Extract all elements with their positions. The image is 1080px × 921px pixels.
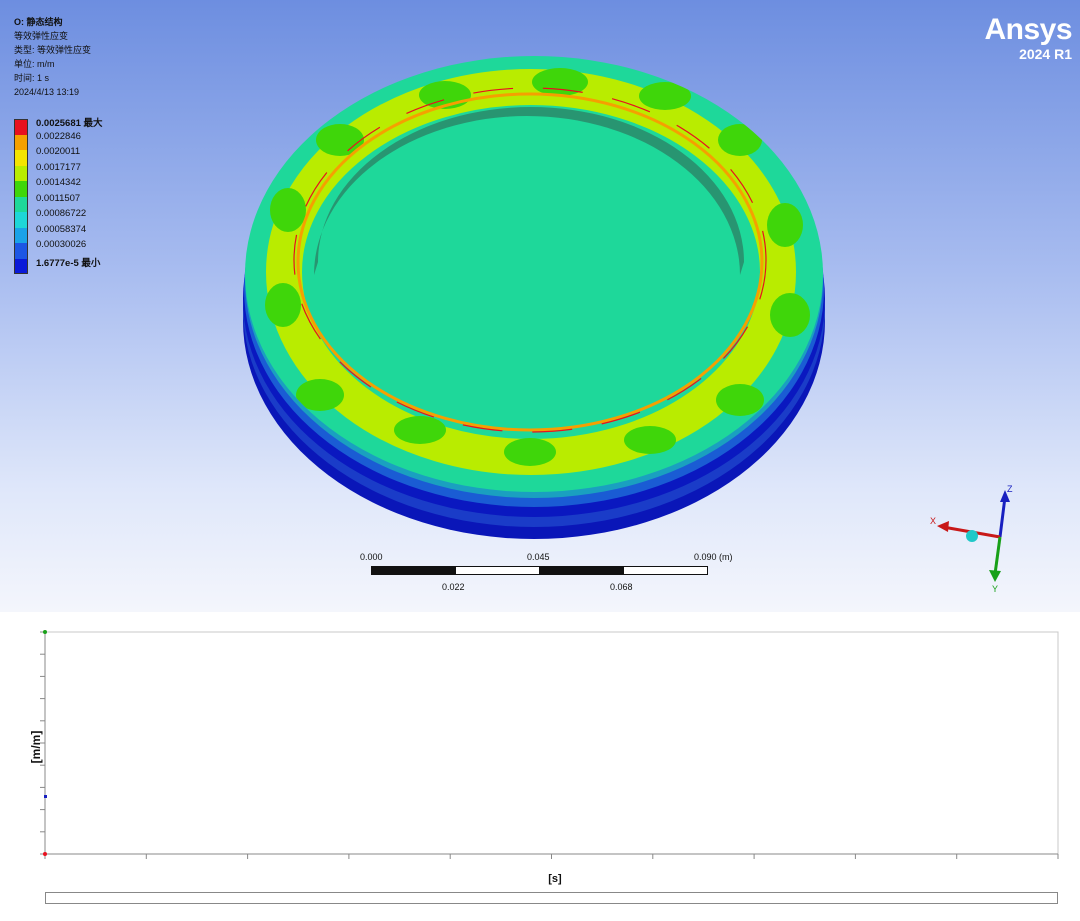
graph-marker-min bbox=[43, 852, 47, 856]
graph-marker-max bbox=[43, 630, 47, 634]
graph-marker-avg bbox=[44, 795, 47, 798]
scale-segment-2 bbox=[455, 566, 540, 575]
scale-label-3: 0.022 bbox=[442, 582, 465, 592]
graph-scrollbar[interactable] bbox=[45, 892, 1058, 904]
scale-label-2: 0.090 (m) bbox=[694, 552, 733, 562]
scale-bar: 0.000 0.045 0.090 (m) 0.022 0.068 bbox=[360, 552, 740, 597]
triad-z-label: Z bbox=[1007, 484, 1013, 494]
bearing-ring-model[interactable] bbox=[0, 0, 1080, 612]
graph-x-label: [s] bbox=[548, 873, 562, 885]
triad-y-label: Y bbox=[992, 584, 998, 594]
graph-panel[interactable] bbox=[0, 612, 1080, 916]
graphics-viewport[interactable]: O: 静态结构 等效弹性应变 类型: 等效弹性应变 单位: m/m 时间: 1 … bbox=[0, 0, 1080, 612]
scale-segment-4 bbox=[623, 566, 708, 575]
triad-y-axis bbox=[993, 536, 1002, 575]
triad-origin-icon bbox=[966, 530, 978, 542]
triad-x-arrow-icon bbox=[937, 521, 949, 532]
scale-label-0: 0.000 bbox=[360, 552, 383, 562]
triad-x-label: X bbox=[930, 516, 936, 526]
scale-segment-1 bbox=[371, 566, 456, 575]
coordinate-triad[interactable]: Z X Y bbox=[925, 482, 1035, 597]
triad-y-arrow-icon bbox=[989, 570, 1001, 582]
graph-frame bbox=[44, 631, 1059, 855]
graph-y-label: [m/m] bbox=[29, 730, 43, 764]
scale-segment-3 bbox=[539, 566, 624, 575]
scale-label-4: 0.068 bbox=[610, 582, 633, 592]
scale-label-1: 0.045 bbox=[527, 552, 550, 562]
triad-z-axis bbox=[998, 496, 1007, 538]
graph-x-ticks bbox=[44, 854, 1059, 859]
graph-plot-area bbox=[40, 630, 1059, 859]
